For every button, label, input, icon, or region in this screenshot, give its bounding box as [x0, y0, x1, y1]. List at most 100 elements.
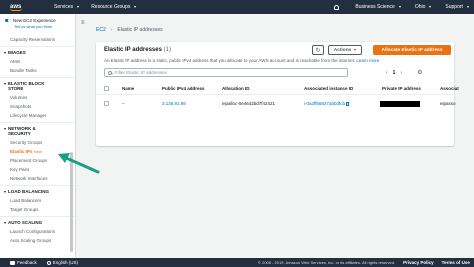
redacted-block	[380, 101, 420, 107]
sidebar-item-load-balancers[interactable]: Load Balancers	[0, 196, 75, 205]
cell-public-ip[interactable]: 3.136.91.98	[162, 101, 186, 106]
sidebar-item-bundle-tasks[interactable]: Bundle Tasks	[0, 66, 75, 75]
new-experience-toggle[interactable]	[5, 18, 11, 23]
aws-logo[interactable]: aws	[10, 4, 42, 11]
column-header-public-ip[interactable]: Public IPv4 address	[162, 86, 205, 91]
feedback-icon	[10, 260, 15, 265]
annotation-arrow	[58, 153, 100, 174]
cell-association: eipasso	[440, 101, 456, 106]
cell-allocation-id: eipalloc-0e4642bd7f42421	[222, 101, 276, 106]
support-menu[interactable]: Support	[445, 4, 469, 10]
cell-name: –	[122, 101, 125, 106]
instance-id-link[interactable]: i-0a2ff56827abbdfcb	[304, 101, 345, 106]
sidebar-section-network[interactable]: NETWORK & SECURITY	[0, 122, 75, 138]
previous-page-icon[interactable]: ‹	[386, 70, 388, 76]
services-menu[interactable]: Services	[54, 4, 80, 10]
breadcrumb-current: Elastic IP addresses	[117, 27, 163, 33]
column-header-name[interactable]: Name	[122, 86, 134, 91]
learn-more-link[interactable]: Learn more	[356, 58, 379, 63]
sidebar-item-lifecycle-manager[interactable]: Lifecycle Manager	[0, 111, 75, 120]
language-selector[interactable]: English (US)	[46, 260, 79, 265]
chevron-right-icon: ›	[110, 27, 113, 33]
current-page[interactable]: 1	[393, 70, 396, 76]
account-label: Business Science	[355, 4, 395, 10]
triangle-down-icon	[4, 190, 6, 193]
services-label: Services	[54, 4, 74, 10]
hamburger-icon[interactable]: ≡	[81, 20, 85, 26]
external-link-icon	[345, 102, 350, 106]
gear-icon[interactable]: ⚙	[417, 69, 422, 76]
sidebar-section-ebs[interactable]: ELASTIC BLOCK STORE	[0, 77, 75, 93]
feedback-link[interactable]: Tell us what you think	[14, 24, 70, 29]
triangle-down-icon	[4, 127, 6, 130]
page-title: Elastic IP addresses (1)	[104, 47, 171, 53]
sidebar-item-snapshots[interactable]: Snapshots	[0, 102, 75, 111]
chevron-down-icon	[134, 6, 137, 8]
sidebar-section-auto-scaling[interactable]: AUTO SCALING	[0, 216, 75, 227]
sidebar-item-volumes[interactable]: Volumes	[0, 93, 75, 102]
copyright-text: © 2008 - 2019, Amazon Web Services, Inc.…	[258, 260, 396, 265]
chevron-down-icon	[398, 6, 401, 8]
panel-count: (1)	[163, 47, 171, 53]
chevron-down-icon	[77, 6, 80, 8]
refresh-button[interactable]: ↻	[312, 45, 324, 55]
language-label: English (US)	[52, 260, 79, 265]
search-icon	[108, 70, 112, 75]
triangle-down-icon	[4, 82, 6, 85]
account-menu[interactable]: Business Science	[355, 4, 401, 10]
triangle-down-icon	[4, 51, 6, 54]
feedback-label: Feedback	[17, 260, 37, 265]
refresh-icon: ↻	[315, 47, 321, 54]
chevron-down-icon	[354, 49, 357, 51]
table-header: Name Public IPv4 address Allocation ID A…	[96, 83, 459, 95]
breadcrumb: EC2 › Elastic IP addresses	[96, 27, 163, 33]
region-menu[interactable]: Ohio	[415, 4, 432, 10]
pagination: ‹ 1 › ⚙	[386, 69, 423, 77]
filter-box[interactable]	[104, 68, 348, 77]
breadcrumb-ec2[interactable]: EC2	[96, 27, 106, 33]
column-header-allocation-id[interactable]: Allocation ID	[222, 86, 250, 91]
sidebar-item-target-groups[interactable]: Target Groups	[0, 205, 75, 214]
new-experience-block: New EC2 Experience Tell us what you thin…	[0, 14, 75, 29]
footer: Feedback English (US) © 2008 - 2019, Ama…	[0, 258, 474, 267]
sidebar: New EC2 Experience Tell us what you thin…	[0, 14, 76, 258]
cell-private-ip	[380, 101, 420, 107]
panel-title-text: Elastic IP addresses	[104, 47, 162, 53]
sidebar-section-images[interactable]: IMAGES	[0, 46, 75, 57]
column-header-private-ip[interactable]: Private IP address	[382, 86, 421, 91]
allocate-elastic-ip-button[interactable]: Allocate Elastic IP address	[373, 45, 451, 55]
bell-icon[interactable]	[334, 4, 340, 10]
sidebar-nav: Capacity Reservations IMAGES AMIs Bundle…	[0, 35, 75, 245]
column-header-instance-id[interactable]: Associated instance ID	[304, 86, 353, 91]
sidebar-item-capacity-reservations[interactable]: Capacity Reservations	[0, 35, 75, 44]
sidebar-item-auto-scaling-groups[interactable]: Auto Scaling Groups	[0, 236, 75, 245]
description-text: An Elastic IP address is a static, publi…	[104, 58, 356, 63]
row-checkbox[interactable]	[104, 101, 109, 106]
cell-instance-id: i-0a2ff56827abbdfcb	[304, 101, 350, 106]
new-badge: New	[33, 149, 42, 154]
top-navigation: aws Services Resource Groups Business Sc…	[0, 0, 474, 14]
next-page-icon[interactable]: ›	[400, 70, 402, 76]
sidebar-item-security-groups[interactable]: Security Groups	[0, 138, 75, 147]
feedback-button[interactable]: Feedback	[10, 260, 37, 265]
new-experience-label: New EC2 Experience	[13, 18, 56, 23]
actions-button[interactable]: Actions	[328, 45, 362, 55]
select-all-checkbox[interactable]	[104, 86, 109, 91]
panel-description: An Elastic IP address is a static, publi…	[104, 58, 379, 63]
table-row[interactable]: – 3.136.91.98 eipalloc-0e4642bd7f42421 i…	[96, 98, 456, 110]
triangle-down-icon	[4, 221, 6, 224]
chevron-down-icon	[466, 6, 469, 8]
sidebar-item-label: Elastic IPs	[10, 149, 33, 154]
resource-groups-menu[interactable]: Resource Groups	[91, 4, 137, 10]
resource-groups-label: Resource Groups	[91, 4, 131, 10]
column-header-association[interactable]: Associat	[440, 86, 459, 91]
actions-label: Actions	[333, 47, 352, 53]
aws-smile-icon	[10, 8, 22, 11]
privacy-policy-link[interactable]: Privacy Policy	[403, 260, 434, 265]
terms-of-use-link[interactable]: Terms of Use	[442, 260, 470, 265]
sidebar-section-load-balancing[interactable]: LOAD BALANCING	[0, 185, 75, 196]
filter-input[interactable]	[115, 70, 335, 75]
sidebar-item-launch-configurations[interactable]: Launch Configurations	[0, 227, 75, 236]
sidebar-item-amis[interactable]: AMIs	[0, 57, 75, 66]
chevron-down-icon	[429, 6, 432, 8]
